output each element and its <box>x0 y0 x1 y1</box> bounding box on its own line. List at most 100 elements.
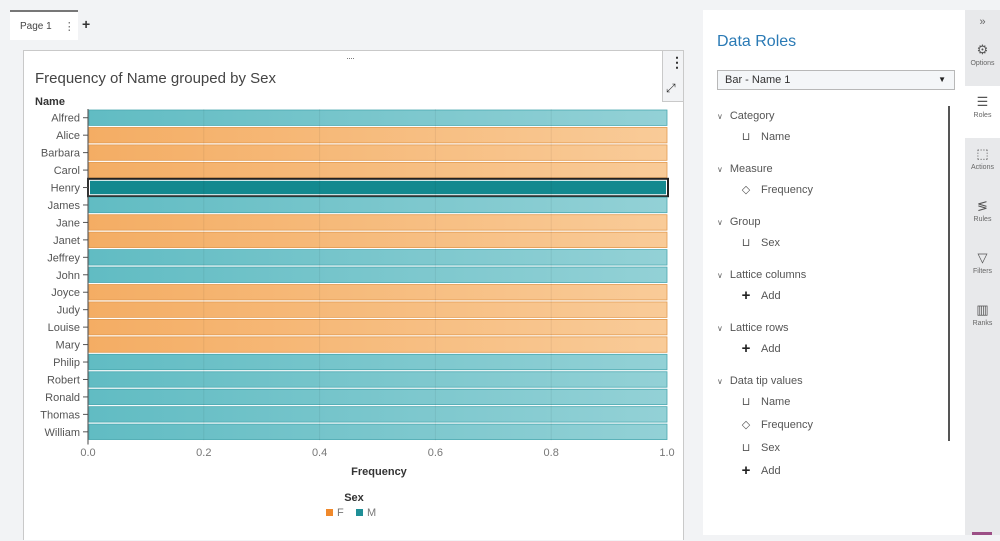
bar-william <box>88 423 668 440</box>
bar-robert <box>88 371 668 388</box>
bar-mary <box>88 336 668 353</box>
y-tick-label: Alice <box>56 130 80 142</box>
options-icon: ⚙ <box>976 42 989 57</box>
add-icon: + <box>741 287 751 304</box>
bar-carol <box>88 161 668 179</box>
dropdown-caret-icon: ▼ <box>938 75 946 84</box>
x-tick-label: 0.0 <box>80 447 95 459</box>
legend-label-f: F <box>337 507 344 519</box>
role-section-lattice-rows: ∨ Lattice rows + Add <box>717 319 947 372</box>
collapse-panel-icon[interactable]: » <box>965 10 1000 34</box>
bar-henry <box>88 178 668 197</box>
role-section-label: Measure <box>729 163 773 175</box>
bar-philip <box>88 353 668 371</box>
role-section-header[interactable]: ∨ Lattice rows <box>717 319 947 337</box>
role-item[interactable]: ⊔ Name <box>717 125 947 148</box>
roles-icon: ☰ <box>976 94 989 109</box>
x-tick-label: 0.4 <box>312 447 327 459</box>
y-tick-label: Barbara <box>41 148 81 160</box>
role-section-header[interactable]: ∨ Group <box>717 213 947 231</box>
y-tick-label: Louise <box>48 322 80 334</box>
role-section-measure: ∨ Measure ◇ Frequency <box>717 160 947 213</box>
role-section-label: Data tip values <box>729 375 803 387</box>
x-tick-label: 0.8 <box>544 447 559 459</box>
measure-icon: ◇ <box>741 184 751 196</box>
page-tabstrip: Page 1 ⋮ + <box>10 10 695 40</box>
rail-filters[interactable]: ▽ Filters <box>965 242 1000 294</box>
add-role-button[interactable]: + Add <box>717 337 947 360</box>
bar-judy <box>88 301 668 318</box>
rail-label: Rules <box>973 216 992 223</box>
add-icon: + <box>741 340 751 357</box>
y-tick-label: Robert <box>47 374 80 386</box>
role-section-header[interactable]: ∨ Category <box>717 107 947 125</box>
rail-ranks[interactable]: ▥ Ranks <box>965 294 1000 346</box>
role-item-label: Add <box>761 342 781 355</box>
role-item-label: Add <box>761 464 781 477</box>
bar-jeffrey <box>88 249 668 266</box>
bar-chart: Name Alfred Alice Barbara Carol Henry James Jan… <box>35 96 675 519</box>
chevron-down-icon: ∨ <box>717 270 723 280</box>
role-section-header[interactable]: ∨ Measure <box>717 160 947 178</box>
category-icon: ⊔ <box>741 237 751 249</box>
right-rail: » ⚙ Options ☰ Roles ⬚ Actions ≶ Rules ▽ Filters ▥ R… <box>965 10 1000 535</box>
rail-label: Options <box>970 60 995 67</box>
report-object-bar-chart[interactable]: ···· ⋮ ⤢ Frequency of Name grouped by Se… <box>23 50 684 540</box>
role-item[interactable]: ⊔ Sex <box>717 436 947 459</box>
bar-alfred <box>88 109 668 126</box>
filters-icon: ▽ <box>977 250 988 265</box>
add-role-button[interactable]: + Add <box>717 459 947 482</box>
bar-john <box>88 266 668 283</box>
roles-list: ∨ Category ⊔ Name ∨ Measure ◇ Frequency ∨ Group ⊔ S… <box>717 107 947 494</box>
tab-page-1[interactable]: Page 1 ⋮ <box>10 10 78 40</box>
chevron-down-icon: ∨ <box>717 376 723 386</box>
add-icon: + <box>741 462 751 479</box>
bar-alice <box>88 127 668 144</box>
add-page-button[interactable]: + <box>82 16 90 32</box>
y-tick-label: Janet <box>53 235 80 247</box>
rules-icon: ≶ <box>977 198 988 213</box>
tab-menu-icon[interactable]: ⋮ <box>64 20 75 33</box>
role-section-header[interactable]: ∨ Lattice columns <box>717 266 947 284</box>
role-item[interactable]: ◇ Frequency <box>717 178 947 201</box>
role-item-label: Sex <box>761 236 780 249</box>
object-select[interactable]: Bar - Name 1 ▼ <box>717 70 955 90</box>
rail-rules[interactable]: ≶ Rules <box>965 190 1000 242</box>
role-section-label: Category <box>729 110 775 122</box>
role-section-group: ∨ Group ⊔ Sex <box>717 213 947 266</box>
y-tick-label: Philip <box>53 357 80 369</box>
y-tick-label: Ronald <box>45 392 80 404</box>
chevron-down-icon: ∨ <box>717 164 723 174</box>
bar-ronald <box>88 388 668 406</box>
ranks-icon: ▥ <box>976 302 989 317</box>
panel-title: Data Roles <box>717 33 797 50</box>
rail-options[interactable]: ⚙ Options <box>965 34 1000 86</box>
rail-roles[interactable]: ☰ Roles <box>965 86 1000 138</box>
y-tick-label: Judy <box>57 305 81 317</box>
category-icon: ⊔ <box>741 442 751 454</box>
role-section-header[interactable]: ∨ Data tip values <box>717 372 947 390</box>
bar-janet <box>88 231 668 248</box>
category-icon: ⊔ <box>741 396 751 408</box>
y-tick-label: Henry <box>51 183 81 195</box>
role-item[interactable]: ⊔ Sex <box>717 231 947 254</box>
rail-actions[interactable]: ⬚ Actions <box>965 138 1000 190</box>
rail-label: Roles <box>973 112 992 119</box>
actions-icon: ⬚ <box>976 146 989 161</box>
y-tick-label: Mary <box>56 340 81 352</box>
panel-scrollbar[interactable] <box>948 106 950 441</box>
role-item-label: Name <box>761 395 791 408</box>
y-tick-label: Jeffrey <box>47 252 80 264</box>
add-role-button[interactable]: + Add <box>717 284 947 307</box>
chevron-down-icon: ∨ <box>717 217 723 227</box>
legend-label-m: M <box>367 507 376 519</box>
bar-barbara <box>88 144 668 161</box>
x-tick-label: 0.2 <box>196 447 211 459</box>
role-section-label: Lattice rows <box>729 322 789 334</box>
y-tick-label: Joyce <box>51 287 80 299</box>
role-item[interactable]: ⊔ Name <box>717 390 947 413</box>
role-item[interactable]: ◇ Frequency <box>717 413 947 436</box>
role-item-label: Frequency <box>761 183 813 196</box>
y-tick-label: Jane <box>56 217 80 229</box>
bar-joyce <box>88 284 668 301</box>
